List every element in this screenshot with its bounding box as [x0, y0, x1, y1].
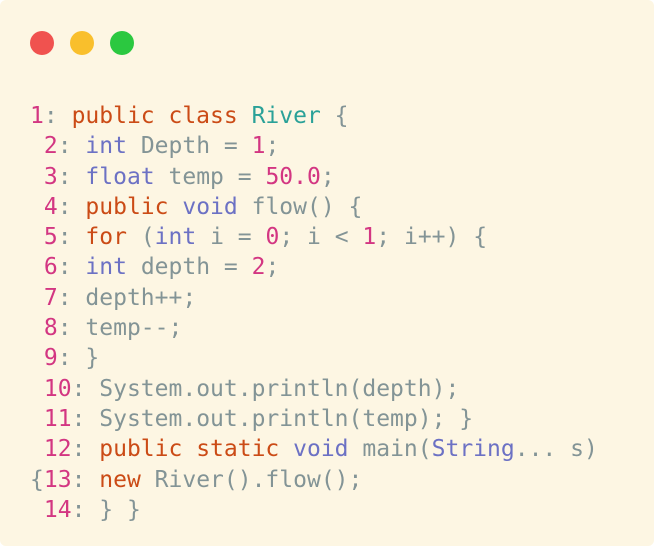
line-separator: : [57, 284, 86, 311]
line-number: 8 [43, 315, 58, 342]
code-block: 1: public class River { 2: int Depth = 1… [30, 101, 598, 525]
code-token: void [293, 436, 349, 463]
code-token: ; [265, 133, 280, 160]
code-token: i = [196, 224, 266, 251]
code-token: } } [99, 496, 141, 523]
code-token: 1 [251, 133, 266, 160]
line-number: 4 [43, 193, 58, 220]
code-token: ( [126, 224, 155, 251]
line-number: 2 [43, 133, 58, 160]
code-token: ; [265, 254, 280, 281]
code-line: 6: int depth = 2; [30, 252, 598, 282]
line-separator: : [57, 163, 86, 190]
line-number: 10 [43, 375, 72, 402]
code-token: ; i++) { [376, 224, 488, 251]
code-token: ; i < [279, 224, 363, 251]
code-token: ; [320, 163, 335, 190]
code-line: 5: for (int i = 0; i < 1; i++) { [30, 222, 598, 252]
line-separator: : [57, 224, 86, 251]
code-token: System.out.println(temp); } [99, 405, 474, 432]
code-token: 0 [265, 224, 280, 251]
line-separator: : [57, 254, 86, 281]
maximize-button[interactable] [110, 31, 134, 55]
code-line: 7: depth++; [30, 283, 598, 313]
close-button[interactable] [30, 31, 54, 55]
line-separator: : [43, 103, 72, 129]
code-token: float [85, 163, 155, 190]
code-token: temp = [154, 163, 266, 190]
code-line: 2: int Depth = 1; [30, 131, 598, 161]
line-number: 7 [43, 284, 58, 311]
line-number: 11 [43, 405, 72, 432]
line-number: 5 [43, 224, 58, 251]
line-separator: : [57, 315, 86, 342]
line-number: 9 [43, 345, 58, 372]
code-token: temp--; [85, 315, 183, 342]
code-line: 1: public class River { [30, 101, 598, 131]
code-line: 14: } } [30, 495, 598, 525]
code-window: 1: public class River { 2: int Depth = 1… [0, 0, 654, 546]
code-token: main( [348, 436, 432, 463]
code-token: int [154, 224, 197, 251]
line-number: 14 [43, 496, 72, 523]
line-separator: : [57, 193, 86, 220]
line-number: 3 [43, 163, 58, 190]
code-line: 12: public static void main(String... s) [30, 434, 598, 464]
line-number: 13 [43, 466, 72, 493]
code-token: int [85, 133, 127, 160]
code-token: System.out.println(depth); [99, 375, 460, 402]
code-token: River().flow(); [154, 466, 363, 493]
minimize-button[interactable] [70, 31, 94, 55]
line-number: 6 [43, 254, 58, 281]
code-token: River [251, 103, 321, 129]
code-token: int [85, 254, 127, 281]
code-token: new [99, 466, 155, 493]
code-line: 8: temp--; [30, 313, 598, 343]
code-line: 9: } [30, 343, 598, 373]
code-token: String [431, 436, 515, 463]
code-line: 10: System.out.println(depth); [30, 374, 598, 404]
line-separator: : [71, 466, 100, 493]
line-number: 12 [43, 436, 72, 463]
code-token: 2 [251, 254, 266, 281]
code-token: public [85, 193, 183, 220]
code-line: 4: public void flow() { [30, 192, 598, 222]
code-token: public class [71, 103, 252, 129]
code-token: Depth = [126, 133, 252, 160]
code-token: { [320, 103, 349, 129]
line-separator: : [71, 375, 100, 402]
code-line: {13: new River().flow(); [30, 465, 598, 495]
line-separator: : [57, 133, 86, 160]
code-token: } [85, 345, 100, 372]
code-token: depth++; [85, 284, 197, 311]
line-indent: { [30, 466, 44, 493]
line-separator: : [71, 436, 100, 463]
line-separator: : [71, 405, 100, 432]
line-number: 1 [30, 103, 44, 129]
code-token: void [182, 193, 238, 220]
line-separator: : [57, 345, 86, 372]
code-token: for [85, 224, 127, 251]
code-token: ... s) [514, 436, 598, 463]
line-separator: : [71, 496, 100, 523]
code-token: flow() { [237, 193, 363, 220]
code-line: 3: float temp = 50.0; [30, 162, 598, 192]
code-token: 50.0 [265, 163, 321, 190]
code-token: public static [99, 436, 294, 463]
code-token: 1 [362, 224, 377, 251]
code-token: depth = [126, 254, 252, 281]
code-line: 11: System.out.println(temp); } [30, 404, 598, 434]
